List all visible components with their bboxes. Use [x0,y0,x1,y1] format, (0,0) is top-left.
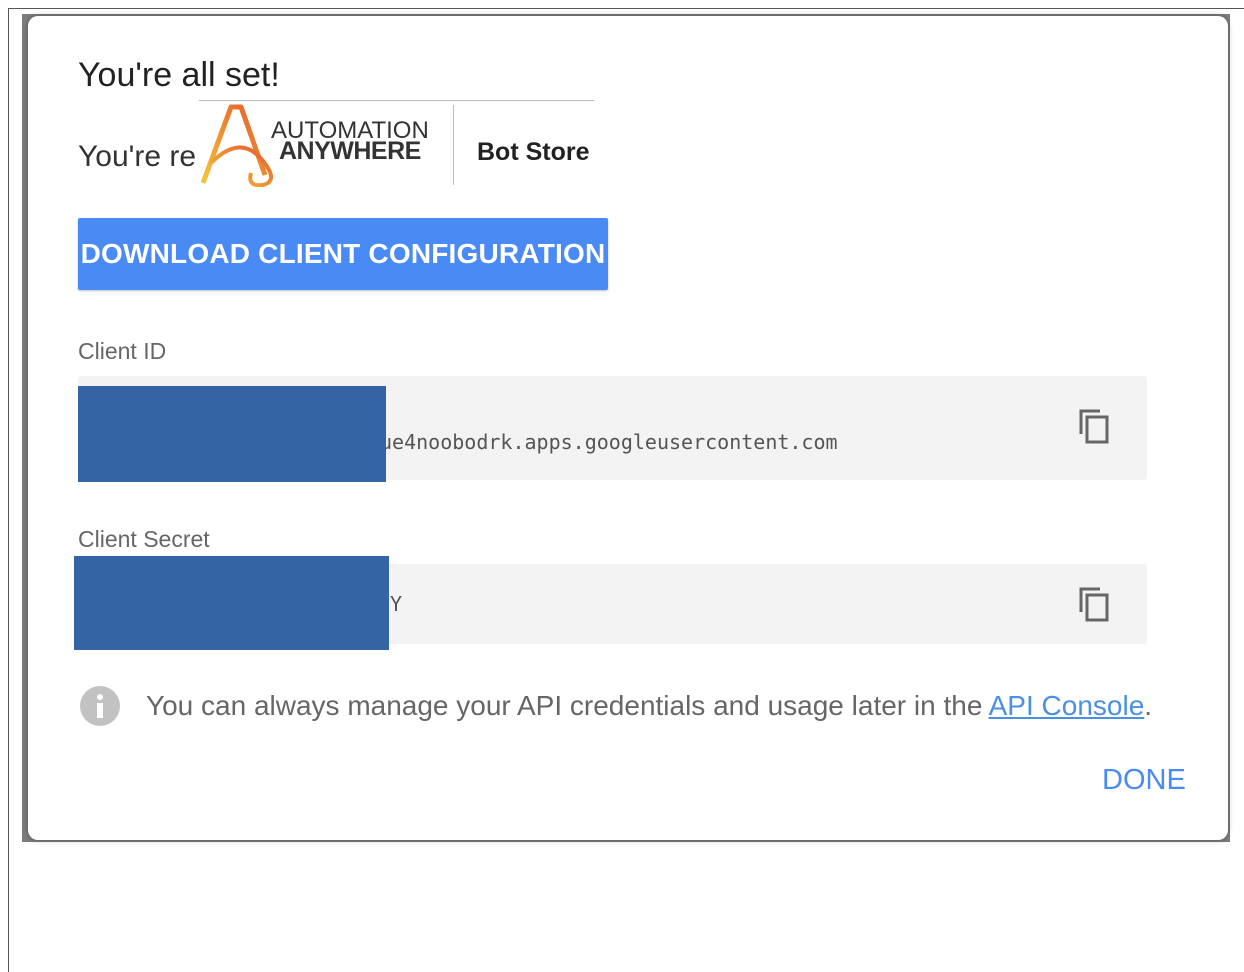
client-secret-label: Client Secret [78,526,210,552]
client-secret-redaction [74,556,389,650]
bot-store-label: Bot Store [477,138,590,166]
client-id-value: ue4noobodrk.apps.googleusercontent.com [380,430,838,454]
info-text-suffix: . [1144,690,1153,721]
client-id-redaction [78,386,386,482]
logo-divider [453,105,454,185]
download-client-configuration-button[interactable]: DOWNLOAD CLIENT CONFIGURATION [78,218,608,290]
automation-anywhere-logo [201,104,273,187]
info-text-body: You can always manage your API credentia… [146,690,989,721]
done-button[interactable]: DONE [1102,764,1186,797]
copy-icon[interactable] [1078,586,1110,622]
info-icon [80,686,120,726]
automation-anywhere-bot-store-banner: AUTOMATION ANYWHERE Bot Store [199,100,594,187]
info-text: You can always manage your API credentia… [146,690,1152,722]
dialog-subtitle: You're re [78,140,197,173]
client-id-label: Client ID [78,338,167,364]
dialog-title: You're all set! [78,56,280,94]
brand-line-2: ANYWHERE [279,137,421,165]
copy-icon[interactable] [1078,408,1110,444]
api-console-link[interactable]: API Console [989,690,1145,721]
credentials-dialog: You're all set! You're re AUTOMATION ANY… [28,16,1228,840]
info-row: You can always manage your API credentia… [80,684,1180,728]
